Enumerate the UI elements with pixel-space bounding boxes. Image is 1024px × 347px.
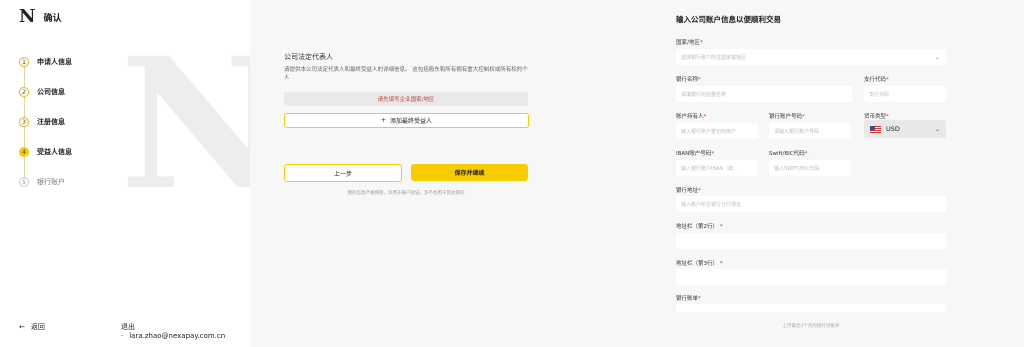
step-number: 3 xyxy=(19,117,29,127)
brand-logo: N xyxy=(19,6,36,27)
bank-form-panel: 输入公司账户信息以便顺利交易 国家/地区* 选择银行账户所在国家或地区 ⌄ 银行… xyxy=(562,0,1024,347)
step-number: 2 xyxy=(19,87,29,97)
currency-value: USD xyxy=(886,125,900,133)
country-label: 国家/地区* xyxy=(676,40,703,46)
section-title: 公司法定代表人 xyxy=(284,53,333,61)
chevron-down-icon: ⌄ xyxy=(934,53,940,61)
branch-code-input[interactable]: 支行代码 xyxy=(864,86,946,102)
plus-icon: + xyxy=(380,117,386,124)
brand: N 确认 xyxy=(19,8,61,26)
section-description: 请提供本公司法定代表人和最终受益人的详细信息。 这包括股东和所有拥有重大控制权或… xyxy=(284,67,528,81)
back-label: 返回 xyxy=(30,323,45,331)
bank-name-label: 银行名称* xyxy=(676,77,701,83)
step-number: 1 xyxy=(19,57,29,67)
sidebar: N N 确认 1 申请人信息 2 公司信息 3 注册信息 4 受益人信息 5 银… xyxy=(0,0,285,347)
bank-statement-upload[interactable] xyxy=(676,304,946,312)
logout-area: 退出· lara.zhao@nexapay.com.cn xyxy=(121,322,250,340)
country-select[interactable]: 选择银行账户所在国家或地区 ⌄ xyxy=(676,49,946,65)
upload-note: 上传最近3个月的银行对账单 xyxy=(782,324,840,329)
add-beneficiary-label: 添加最终受益人 xyxy=(390,118,433,125)
country-placeholder: 选择银行账户所在国家或地区 xyxy=(681,54,747,61)
bank-statement-label: 银行账单* xyxy=(676,296,701,302)
step-label: 银行账户 xyxy=(37,178,65,186)
user-email: lara.zhao@nexapay.com.cn xyxy=(129,332,226,340)
iban-label: IBAN账户号码* xyxy=(676,151,715,157)
step-label: 受益人信息 xyxy=(37,148,72,156)
bank-name-input[interactable]: 请填银行的完整名称 xyxy=(676,86,852,102)
separator: · xyxy=(121,332,124,340)
swift-label: Swift/BIC代码* xyxy=(769,151,808,157)
form-title: 输入公司账户信息以便顺利交易 xyxy=(676,15,781,24)
step-number: 4 xyxy=(19,147,29,157)
address-line2-label: 地址栏（第2行） * xyxy=(676,224,723,230)
step-company[interactable]: 2 公司信息 xyxy=(19,77,72,117)
step-label: 公司信息 xyxy=(37,88,65,96)
account-number-label: 银行账户号码* xyxy=(769,114,805,120)
step-label: 申请人信息 xyxy=(37,58,72,66)
step-bank-account[interactable]: 5 银行账户 xyxy=(19,167,72,197)
address-line3-label: 地址栏（第3行） * xyxy=(676,261,723,267)
step-beneficiary[interactable]: 4 受益人信息 xyxy=(19,137,72,177)
onboarding-page: N N 确认 1 申请人信息 2 公司信息 3 注册信息 4 受益人信息 5 银… xyxy=(0,0,1024,347)
address-line2-input[interactable] xyxy=(676,233,946,249)
page-title: 确认 xyxy=(43,13,62,24)
bank-address-label: 银行地址* xyxy=(676,188,701,194)
step-label: 注册信息 xyxy=(37,118,65,126)
warning-message: 请先填写企业国家/地区 xyxy=(284,92,528,106)
arrow-left-icon: ← xyxy=(19,323,25,331)
us-flag-icon xyxy=(870,125,881,133)
holder-input[interactable]: 输入银行账户登记的用户 xyxy=(676,123,758,139)
bank-address-input[interactable]: 输入账户所在银行分行地址 xyxy=(676,196,946,212)
logout-button[interactable]: 退出 xyxy=(121,323,135,331)
add-beneficiary-button[interactable]: + 添加最终受益人 xyxy=(284,113,529,128)
step-list: 1 申请人信息 2 公司信息 3 注册信息 4 受益人信息 5 银行账户 xyxy=(19,47,72,197)
holder-label: 账户持有人* xyxy=(676,114,707,120)
iban-input[interactable]: 输入银行账户IBAN（如… xyxy=(676,160,758,176)
step-number: 5 xyxy=(19,177,29,187)
previous-button[interactable]: 上一步 xyxy=(284,164,402,182)
address-line3-input[interactable] xyxy=(676,269,946,285)
privacy-note: 我的信息严格保密，仅用于账户验证，多不会用于其他目的 xyxy=(347,191,465,196)
legal-rep-panel: 公司法定代表人 请提供本公司法定代表人和最终受益人的详细信息。 这包括股东和所有… xyxy=(250,0,562,347)
step-applicant[interactable]: 1 申请人信息 xyxy=(19,47,72,87)
back-button[interactable]: ← 返回 xyxy=(19,322,45,332)
branch-code-label: 支行代码* xyxy=(864,77,889,83)
swift-input[interactable]: 输入SWIFT/BIC代码 xyxy=(769,160,851,176)
step-registration[interactable]: 3 注册信息 xyxy=(19,107,72,147)
chevron-down-icon: ⌄ xyxy=(934,125,940,133)
currency-label: 货币类型* xyxy=(864,114,889,120)
currency-select[interactable]: USD ⌄ xyxy=(864,120,946,138)
account-number-input[interactable]: 请输入银行账户号码 xyxy=(769,123,851,139)
save-continue-button[interactable]: 保存并继续 xyxy=(411,164,528,181)
